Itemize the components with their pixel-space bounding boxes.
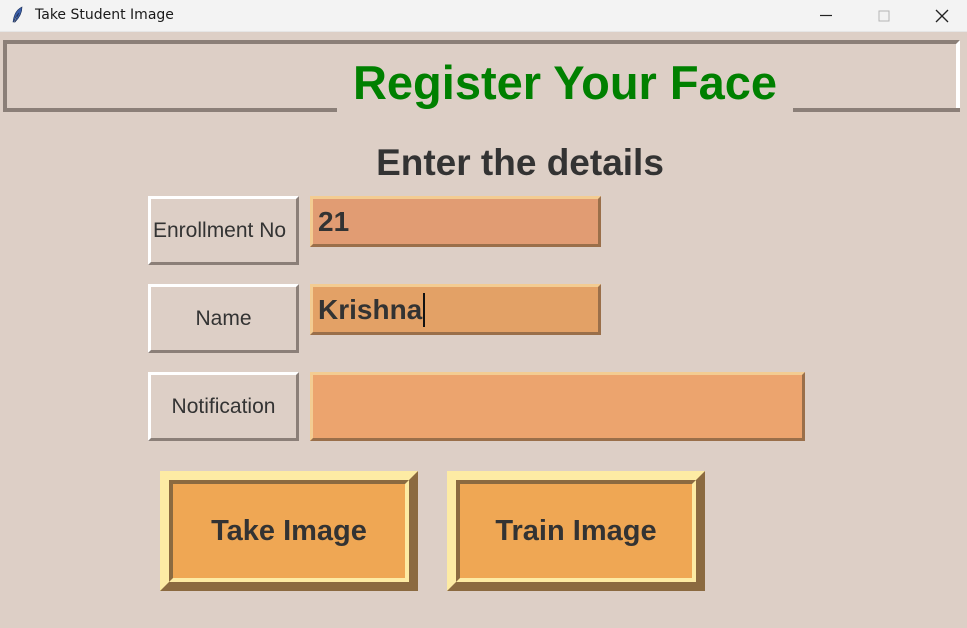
page-title: Register Your Face — [337, 52, 793, 114]
maximize-icon — [878, 10, 890, 22]
take-image-button[interactable]: Take Image — [160, 471, 418, 591]
enrollment-value: 21 — [318, 205, 350, 237]
name-value: Krishna — [318, 293, 423, 325]
maximize-button[interactable] — [855, 0, 913, 31]
minimize-button[interactable] — [797, 0, 855, 31]
window-title: Take Student Image — [35, 7, 174, 23]
enrollment-label: Enrollment No — [148, 196, 299, 265]
enrollment-input[interactable]: 21 — [310, 196, 601, 247]
train-image-button[interactable]: Train Image — [447, 471, 705, 591]
title-bar: Take Student Image — [0, 0, 967, 32]
close-icon — [935, 9, 949, 23]
notification-field[interactable] — [310, 372, 805, 441]
train-image-label: Train Image — [495, 514, 657, 547]
name-input[interactable]: Krishna — [310, 284, 601, 335]
take-image-label: Take Image — [211, 514, 367, 547]
minimize-icon — [820, 14, 832, 17]
name-label: Name — [148, 284, 299, 353]
details-heading: Enter the details — [376, 142, 664, 183]
window-content: Register Your Face Enter the details Enr… — [0, 32, 967, 628]
text-cursor — [423, 292, 426, 327]
feather-icon — [9, 6, 27, 24]
notification-label: Notification — [148, 372, 299, 441]
close-button[interactable] — [913, 0, 967, 31]
